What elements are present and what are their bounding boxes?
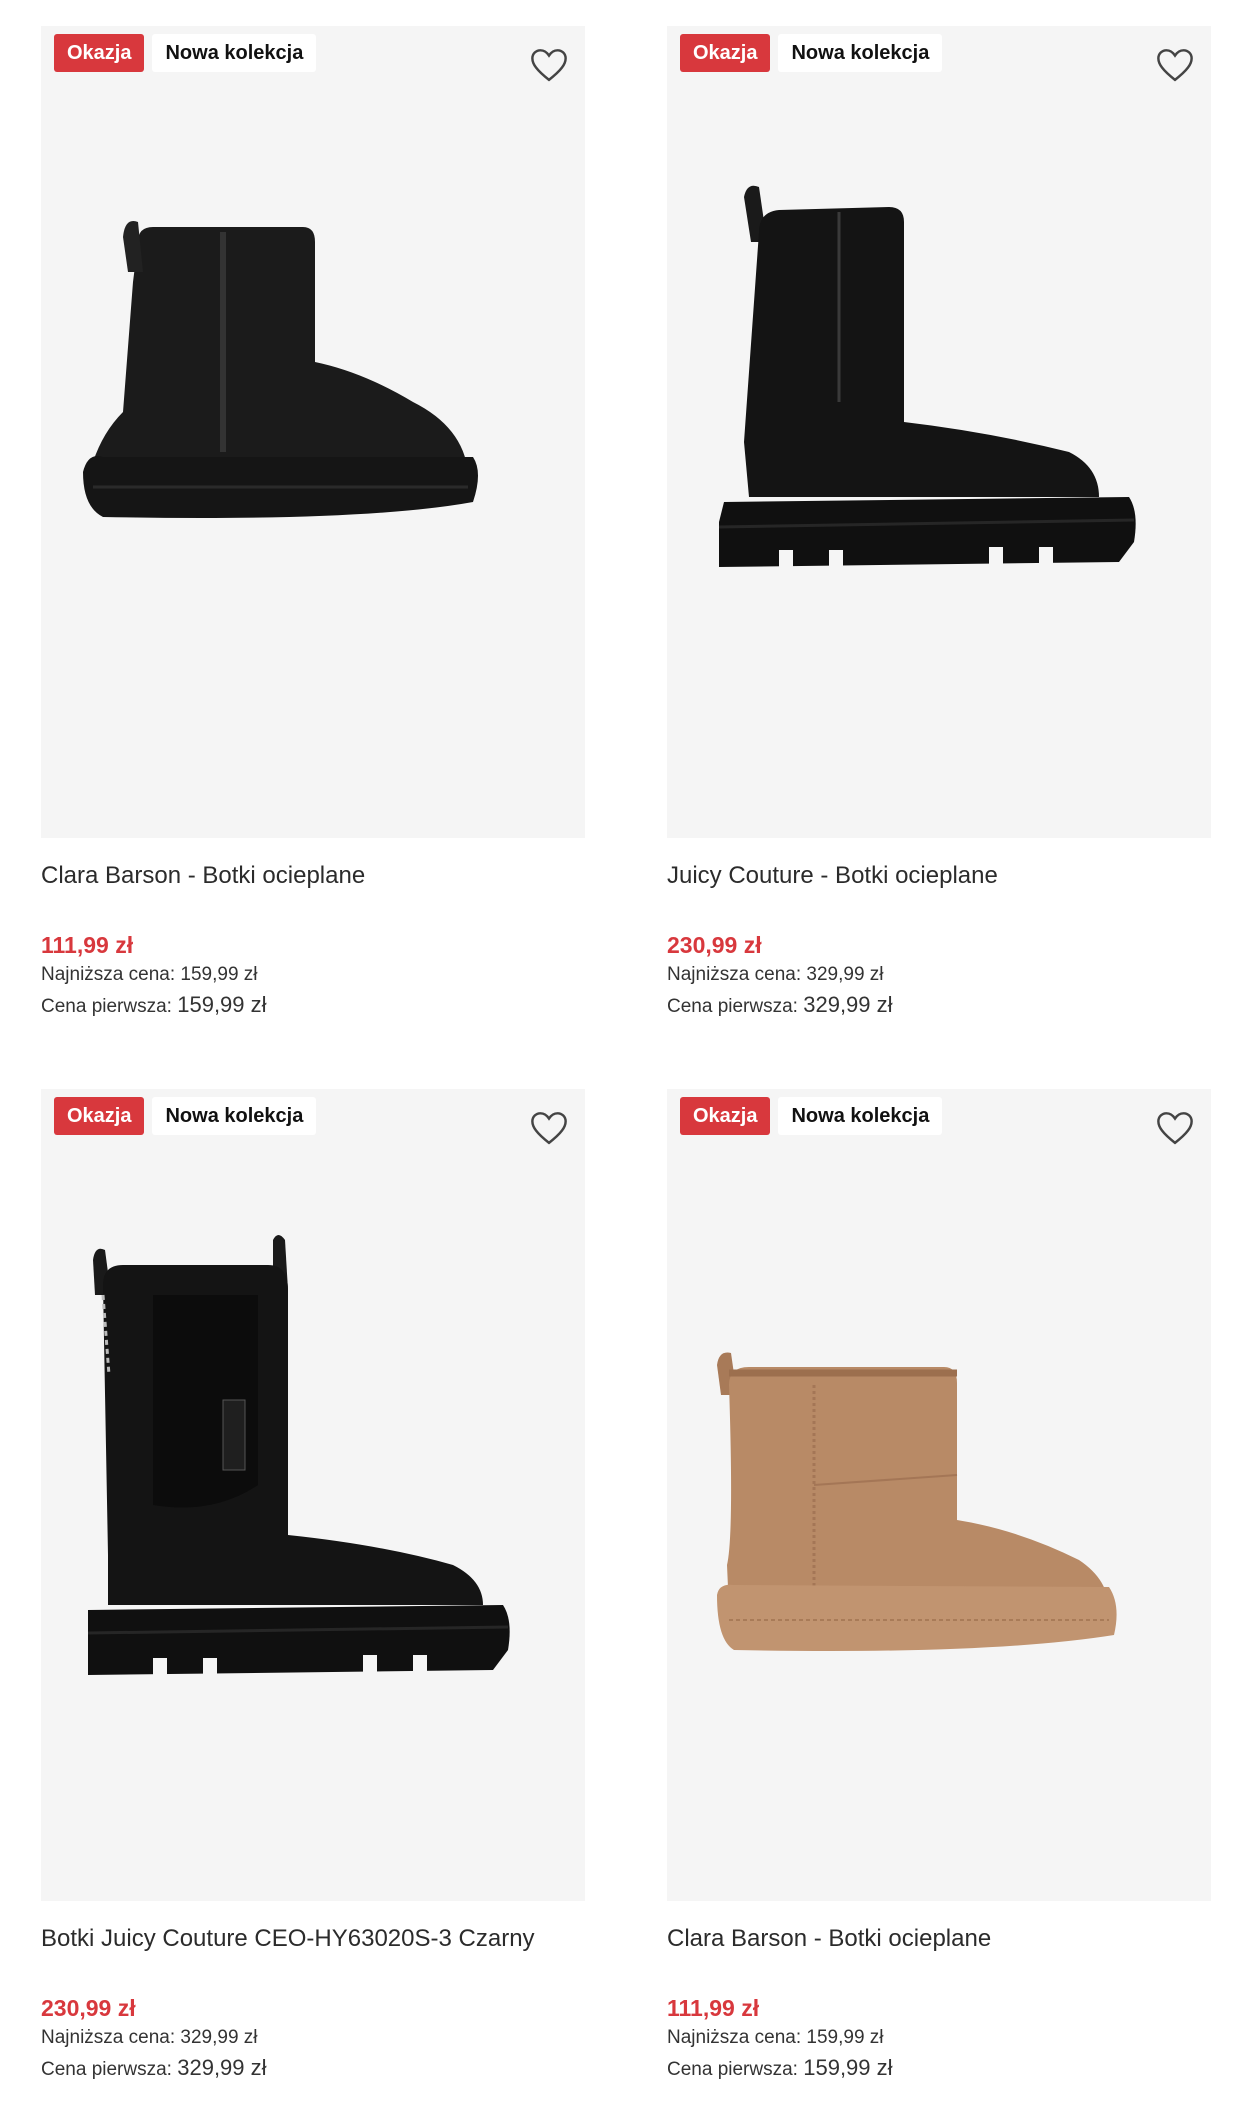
heart-icon[interactable] xyxy=(528,44,570,86)
first-price-value: 159,99 zł xyxy=(803,2055,893,2080)
product-price: 111,99 zł xyxy=(667,1995,760,2021)
product-grid: Okazja Nowa kolekcja Clara Barson - Botk… xyxy=(0,0,1250,2123)
new-collection-badge: Nowa kolekcja xyxy=(778,34,943,72)
product-name[interactable]: Juicy Couture - Botki ocieplane xyxy=(667,858,1211,894)
first-price-value: 329,99 zł xyxy=(803,992,893,1017)
first-price-label: Cena pierwsza: xyxy=(667,2059,798,2080)
first-price: Cena pierwsza: 329,99 zł xyxy=(667,990,1211,1022)
new-collection-badge: Nowa kolekcja xyxy=(152,1097,317,1135)
first-price-label: Cena pierwsza: xyxy=(41,996,172,1017)
heart-icon[interactable] xyxy=(528,1107,570,1149)
product-card[interactable]: Okazja Nowa kolekcja Botki Juicy Couture… xyxy=(41,1089,585,2085)
first-price-value: 329,99 zł xyxy=(177,2055,267,2080)
product-image-container[interactable]: Okazja Nowa kolekcja xyxy=(41,26,585,838)
lowest-price: Najniższa cena: 159,99 zł xyxy=(41,960,585,990)
sale-badge: Okazja xyxy=(680,1097,771,1135)
first-price: Cena pierwsza: 159,99 zł xyxy=(667,2053,1211,2085)
first-price-value: 159,99 zł xyxy=(177,992,267,1017)
product-price: 230,99 zł xyxy=(667,932,762,958)
product-price: 230,99 zł xyxy=(41,1995,136,2021)
first-price: Cena pierwsza: 329,99 zł xyxy=(41,2053,585,2085)
first-price-label: Cena pierwsza: xyxy=(41,2059,172,2080)
lowest-price: Najniższa cena: 329,99 zł xyxy=(667,960,1211,990)
product-name[interactable]: Clara Barson - Botki ocieplane xyxy=(667,1921,1211,1957)
new-collection-badge: Nowa kolekcja xyxy=(152,34,317,72)
product-image xyxy=(717,1352,1117,1651)
sale-badge: Okazja xyxy=(54,34,145,72)
lowest-price-value: 329,99 zł xyxy=(180,2027,258,2048)
lowest-price-label: Najniższa cena: xyxy=(41,2027,176,2048)
first-price-label: Cena pierwsza: xyxy=(667,996,798,1017)
lowest-price: Najniższa cena: 329,99 zł xyxy=(41,2023,585,2053)
product-name[interactable]: Clara Barson - Botki ocieplane xyxy=(41,858,585,894)
lowest-price: Najniższa cena: 159,99 zł xyxy=(667,2023,1211,2053)
first-price: Cena pierwsza: 159,99 zł xyxy=(41,990,585,1022)
lowest-price-label: Najniższa cena: xyxy=(667,2027,802,2048)
badges: Okazja Nowa kolekcja xyxy=(680,1097,943,1135)
lowest-price-value: 159,99 zł xyxy=(180,964,258,985)
product-image-container[interactable]: Okazja Nowa kolekcja xyxy=(41,1089,585,1901)
product-image xyxy=(83,221,478,518)
sale-badge: Okazja xyxy=(680,34,771,72)
product-image-container[interactable]: Okazja Nowa kolekcja xyxy=(667,1089,1211,1901)
badges: Okazja Nowa kolekcja xyxy=(54,34,317,72)
product-card[interactable]: Okazja Nowa kolekcja Clara Barson - Botk… xyxy=(667,1089,1211,2085)
product-card[interactable]: Okazja Nowa kolekcja Juicy Couture - Bot… xyxy=(667,26,1211,1022)
lowest-price-label: Najniższa cena: xyxy=(667,964,802,985)
lowest-price-value: 329,99 zł xyxy=(806,964,884,985)
product-image-container[interactable]: Okazja Nowa kolekcja xyxy=(667,26,1211,838)
new-collection-badge: Nowa kolekcja xyxy=(778,1097,943,1135)
badges: Okazja Nowa kolekcja xyxy=(680,34,943,72)
badges: Okazja Nowa kolekcja xyxy=(54,1097,317,1135)
sale-badge: Okazja xyxy=(54,1097,145,1135)
product-card[interactable]: Okazja Nowa kolekcja Clara Barson - Botk… xyxy=(41,26,585,1022)
heart-icon[interactable] xyxy=(1154,1107,1196,1149)
product-price: 111,99 zł xyxy=(41,932,134,958)
product-name[interactable]: Botki Juicy Couture CEO-HY63020S-3 Czarn… xyxy=(41,1921,585,1957)
heart-icon[interactable] xyxy=(1154,44,1196,86)
lowest-price-value: 159,99 zł xyxy=(806,2027,884,2048)
product-image xyxy=(718,185,1136,568)
lowest-price-label: Najniższa cena: xyxy=(41,964,176,985)
product-image xyxy=(87,1235,510,1676)
